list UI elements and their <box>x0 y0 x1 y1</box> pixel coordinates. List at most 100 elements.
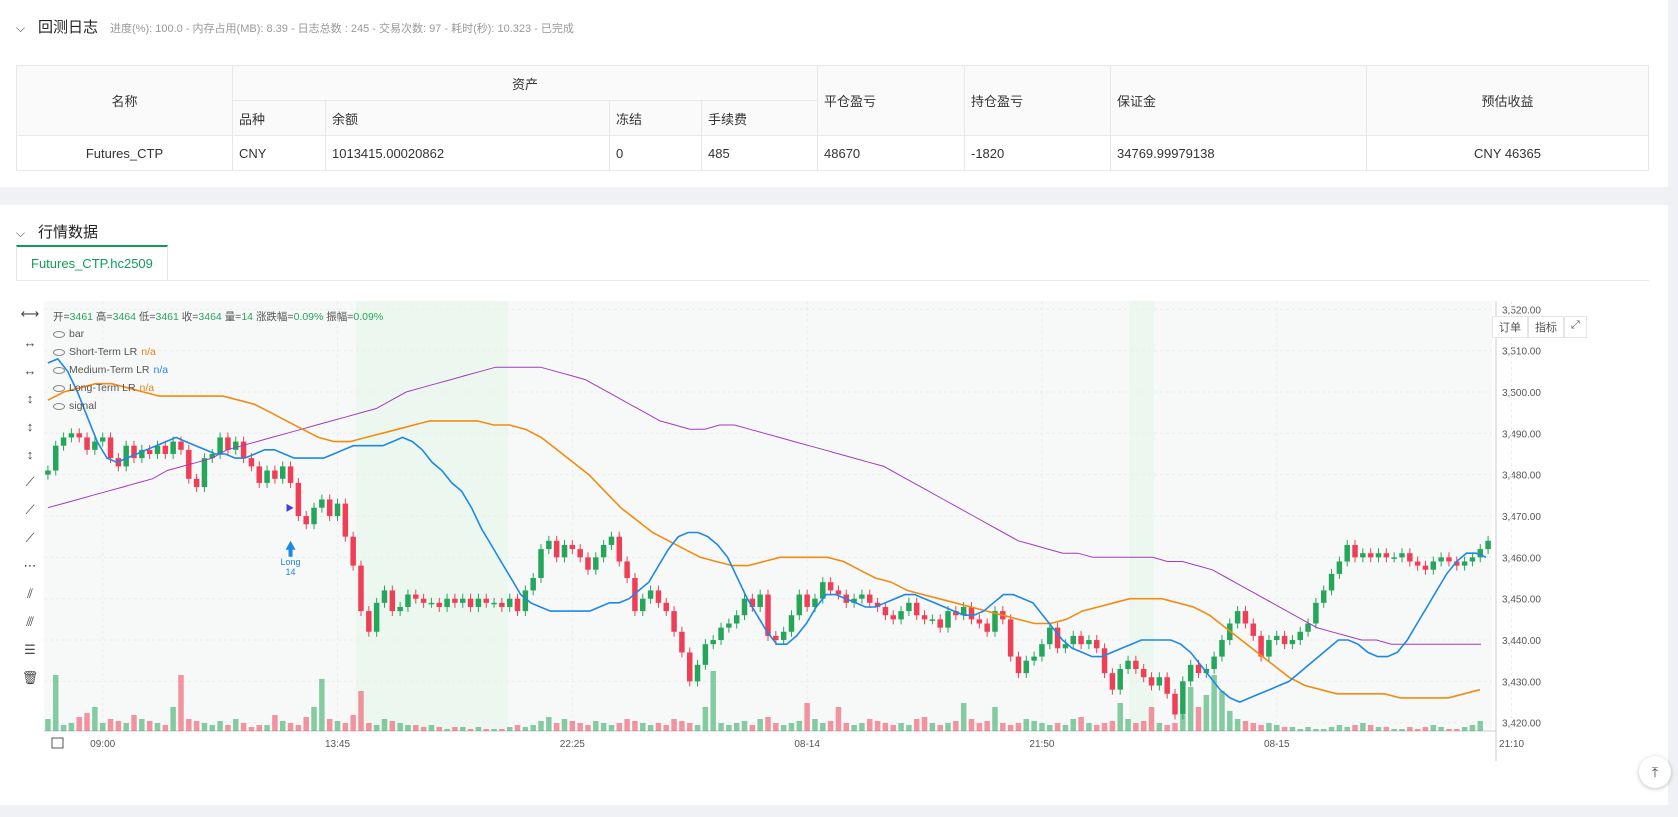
eye-icon[interactable] <box>53 330 65 338</box>
candle-body <box>256 466 262 483</box>
candle-body <box>76 433 82 438</box>
parallel-channel-icon[interactable]: ⫽ <box>18 580 42 608</box>
legend-signal[interactable]: signal <box>53 397 168 415</box>
segment-icon[interactable]: ↔ <box>18 356 42 384</box>
candle-body <box>514 598 521 612</box>
candle-body <box>483 598 489 603</box>
candle-body <box>1407 553 1413 562</box>
candle-body <box>444 598 450 607</box>
volume-bar <box>945 723 951 731</box>
candle-body <box>1242 611 1249 624</box>
layers-icon[interactable]: ☰ <box>18 636 42 664</box>
candle-body <box>867 594 873 603</box>
volume-bar <box>1117 703 1123 731</box>
vertical-segment-icon[interactable]: ↕ <box>18 440 42 468</box>
fib-icon[interactable]: ⫻ <box>18 608 42 636</box>
volume-bar <box>827 721 834 731</box>
volume-bar <box>1015 723 1022 731</box>
candlestick-chart[interactable]: 3,420.00 3,430.00 3,440.00 3,450.00 3,460.00… <box>44 301 1594 761</box>
vertical-ray-icon[interactable]: ↕ <box>18 412 42 440</box>
candle-body <box>279 466 286 479</box>
volume-bar <box>99 723 106 731</box>
straight-line-icon[interactable]: ⟋ <box>18 524 42 552</box>
chevron-down-icon[interactable]: ⌵ <box>16 21 30 36</box>
horizontal-line-icon[interactable]: ⟷ <box>18 300 42 328</box>
volume-bar <box>1407 727 1413 731</box>
chevron-down-icon[interactable]: ⌵ <box>16 226 30 241</box>
y-tick-label: 3,460.00 <box>1502 553 1541 564</box>
legend-bar[interactable]: bar <box>53 325 168 343</box>
x-tick-label: 21:50 <box>1029 739 1054 750</box>
trash-icon[interactable]: 🗑 <box>18 664 42 692</box>
volume-bar <box>1313 729 1319 731</box>
volume-bar <box>1007 725 1014 731</box>
market-header[interactable]: ⌵ 行情数据 <box>16 221 98 242</box>
candle-body <box>1078 635 1084 645</box>
candle-body <box>68 433 75 438</box>
tab-symbol[interactable]: Futures_CTP.hc2509 <box>16 245 168 281</box>
candle-body <box>295 482 302 516</box>
volume-bar <box>68 723 75 731</box>
indicator-button[interactable]: 指标 <box>1528 316 1564 338</box>
eye-icon[interactable] <box>53 402 65 410</box>
log-header[interactable]: ⌵ 回测日志 进度(%): 100.0 - 内存占用(MB): 8.39 - 日… <box>16 16 574 37</box>
candle-body <box>381 590 388 603</box>
volume-bar <box>248 727 255 731</box>
volume-bar <box>882 723 889 731</box>
candle-body <box>1148 677 1155 686</box>
candle-body <box>1180 681 1186 715</box>
candle-body <box>1422 565 1429 570</box>
volume-bar <box>53 675 59 731</box>
legend-medium[interactable]: Medium-Term LR n/a <box>53 361 168 379</box>
volume-bar <box>992 707 998 731</box>
legend-long[interactable]: Long-Term LR n/a <box>53 379 168 397</box>
volume-bar <box>499 729 505 731</box>
candle-body <box>217 437 223 454</box>
volume-bar <box>491 729 497 731</box>
volume-bar <box>1078 717 1084 731</box>
volume-bar <box>287 723 294 731</box>
volume-bar <box>1281 727 1288 731</box>
vertical-line-icon[interactable]: ↕ <box>18 384 42 412</box>
fullscreen-icon[interactable]: ⤢ <box>1564 316 1587 338</box>
order-button[interactable]: 订单 <box>1492 316 1528 338</box>
volume-bar <box>1242 721 1249 731</box>
candle-body <box>608 536 615 545</box>
candle-body <box>859 594 865 599</box>
market-data-panel: ⌵ 行情数据 Futures_CTP.hc2509 ⟷ ↔ ↔ ↕ ↕ ↕ ⟋ … <box>0 205 1671 805</box>
volume-bar <box>436 727 443 731</box>
volume-bar <box>428 725 435 731</box>
volume-bar <box>1086 723 1092 731</box>
horizontal-ray-icon[interactable]: ↔ <box>18 328 42 356</box>
eye-icon[interactable] <box>53 366 65 374</box>
candle-body <box>123 445 129 467</box>
volume-bar <box>765 717 771 731</box>
volume-bar <box>162 725 169 731</box>
volume-bar <box>1000 723 1006 731</box>
trend-line-icon[interactable]: ⟋ <box>18 468 42 496</box>
legend-short[interactable]: Short-Term LR n/a <box>53 343 168 361</box>
ray-line-icon[interactable]: ⟋ <box>18 496 42 524</box>
volume-bar <box>843 723 850 731</box>
candle-body <box>460 598 466 603</box>
volume-bar <box>538 721 544 731</box>
candle-body <box>1039 644 1045 657</box>
volume-bar <box>1328 727 1335 731</box>
volume-bar <box>522 727 529 731</box>
market-title: 行情数据 <box>38 224 99 241</box>
x-tick-label: 09:00 <box>90 739 115 750</box>
signal-qty: 14 <box>286 567 296 577</box>
volume-bar <box>186 719 192 731</box>
candle-body <box>624 561 630 579</box>
candle-body <box>107 437 114 459</box>
eye-icon[interactable] <box>53 348 65 356</box>
candle-body <box>733 615 740 624</box>
candle-body <box>1446 557 1452 562</box>
candle-body <box>1367 553 1374 558</box>
volume-bar <box>1375 727 1382 731</box>
cell-est: CNY 46365 <box>1366 135 1649 171</box>
price-line-icon[interactable]: ⋯ <box>18 552 42 580</box>
scroll-top-icon[interactable]: ⤒ <box>1639 756 1671 788</box>
x-tick-label: 08-14 <box>794 739 820 750</box>
eye-icon[interactable] <box>53 384 65 392</box>
